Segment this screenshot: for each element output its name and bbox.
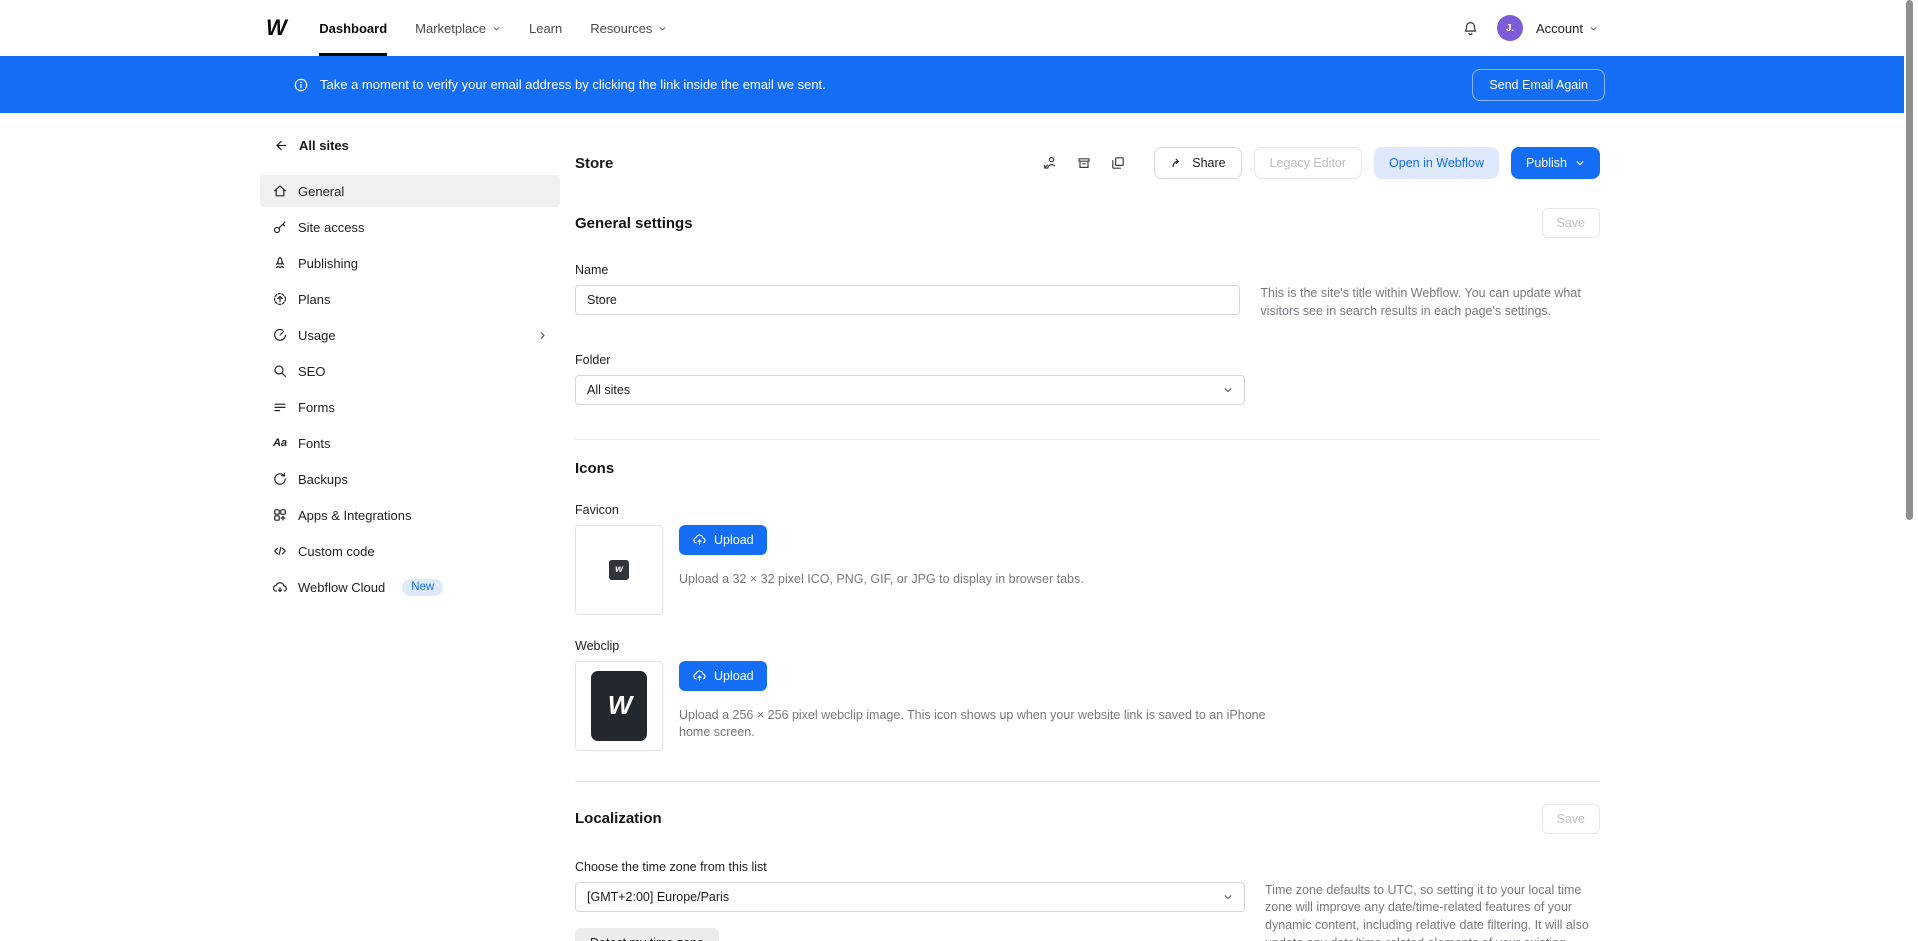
favicon-preview: w bbox=[575, 525, 663, 615]
settings-main: Store Share bbox=[575, 129, 1600, 941]
new-badge: New bbox=[402, 579, 443, 596]
gauge-icon bbox=[272, 327, 288, 343]
localization-heading: Localization bbox=[575, 810, 662, 827]
arrow-up-circle-icon bbox=[272, 291, 288, 307]
email-verify-banner: Take a moment to verify your email addre… bbox=[0, 56, 1904, 113]
share-button[interactable]: Share bbox=[1154, 147, 1241, 179]
page-title: Store bbox=[575, 155, 613, 172]
transfer-site-icon[interactable] bbox=[1036, 149, 1064, 177]
legacy-editor-button[interactable]: Legacy Editor bbox=[1254, 147, 1362, 179]
icons-section: Icons Favicon w Upload Upload a 32 × 32 … bbox=[575, 460, 1600, 782]
webclip-label: Webclip bbox=[575, 639, 1600, 653]
back-arrow-icon bbox=[273, 138, 288, 153]
name-help-text: This is the site's title within Webflow.… bbox=[1260, 285, 1600, 321]
sidebar-item-site-access[interactable]: Site access bbox=[260, 211, 560, 243]
webclip-image: W bbox=[591, 671, 647, 741]
settings-sidebar: All sites General Site access Publishing bbox=[260, 129, 560, 941]
timezone-help-text: Time zone defaults to UTC, so setting it… bbox=[1265, 882, 1600, 941]
sidebar-item-general[interactable]: General bbox=[260, 175, 560, 207]
chevron-down-icon bbox=[1575, 158, 1585, 168]
restore-icon bbox=[272, 471, 288, 487]
back-to-all-sites[interactable]: All sites bbox=[260, 129, 560, 161]
favicon-help-text: Upload a 32 × 32 pixel ICO, PNG, GIF, or… bbox=[679, 571, 1084, 589]
key-icon bbox=[272, 219, 288, 235]
webflow-logo-icon[interactable]: W bbox=[266, 15, 285, 41]
webclip-help-text: Upload a 256 × 256 pixel webclip image. … bbox=[679, 707, 1299, 743]
timezone-label: Choose the time zone from this list bbox=[575, 860, 1600, 874]
chevron-down-icon bbox=[1223, 892, 1233, 902]
sidebar-item-custom-code[interactable]: Custom code bbox=[260, 535, 560, 567]
home-icon bbox=[272, 183, 288, 199]
sidebar-item-publishing[interactable]: Publishing bbox=[260, 247, 560, 279]
code-icon bbox=[272, 543, 288, 559]
rocket-icon bbox=[272, 255, 288, 271]
cloud-icon bbox=[272, 579, 288, 595]
detect-timezone-button[interactable]: Detect my time zone bbox=[575, 928, 719, 941]
sidebar-item-usage[interactable]: Usage bbox=[260, 319, 560, 351]
archive-icon[interactable] bbox=[1070, 149, 1098, 177]
avatar[interactable]: J. bbox=[1497, 15, 1523, 41]
save-button[interactable]: Save bbox=[1542, 804, 1601, 834]
sidebar-item-backups[interactable]: Backups bbox=[260, 463, 560, 495]
sidebar-item-forms[interactable]: Forms bbox=[260, 391, 560, 423]
section-divider bbox=[575, 439, 1600, 440]
duplicate-icon[interactable] bbox=[1104, 149, 1132, 177]
send-email-again-button[interactable]: Send Email Again bbox=[1472, 69, 1605, 101]
general-settings-section: General settings Save Name This is the s… bbox=[575, 208, 1600, 440]
open-in-webflow-button[interactable]: Open in Webflow bbox=[1374, 147, 1499, 179]
chevron-right-icon bbox=[537, 330, 548, 341]
search-icon bbox=[272, 363, 288, 379]
general-settings-heading: General settings bbox=[575, 215, 693, 232]
lines-icon bbox=[272, 399, 288, 415]
upload-cloud-icon bbox=[692, 532, 707, 547]
upload-cloud-icon bbox=[692, 668, 707, 683]
sidebar-item-plans[interactable]: Plans bbox=[260, 283, 560, 315]
save-button[interactable]: Save bbox=[1542, 208, 1601, 238]
name-label: Name bbox=[575, 263, 1600, 277]
favicon-upload-button[interactable]: Upload bbox=[679, 525, 767, 555]
sidebar-item-apps-integrations[interactable]: Apps & Integrations bbox=[260, 499, 560, 531]
sidebar-item-seo[interactable]: SEO bbox=[260, 355, 560, 387]
localization-section: Localization Save Choose the time zone f… bbox=[575, 804, 1600, 941]
favicon-image: w bbox=[609, 560, 629, 580]
nav-tab-marketplace[interactable]: Marketplace bbox=[415, 0, 501, 56]
folder-select[interactable]: All sites bbox=[575, 375, 1245, 405]
share-arrow-icon bbox=[1170, 156, 1184, 170]
Aa-icon: Aa bbox=[272, 435, 288, 451]
nav-tab-learn[interactable]: Learn bbox=[529, 0, 562, 56]
publish-button[interactable]: Publish bbox=[1511, 147, 1600, 179]
section-divider bbox=[575, 781, 1600, 782]
apps-grid-icon bbox=[272, 507, 288, 523]
chevron-down-icon bbox=[1223, 385, 1233, 395]
sidebar-item-webflow-cloud[interactable]: Webflow Cloud New bbox=[260, 571, 560, 603]
folder-label: Folder bbox=[575, 353, 1600, 367]
notifications-bell-icon[interactable] bbox=[1456, 14, 1484, 42]
sidebar-item-fonts[interactable]: Aa Fonts bbox=[260, 427, 560, 459]
webclip-preview: W bbox=[575, 661, 663, 751]
webclip-upload-button[interactable]: Upload bbox=[679, 661, 767, 691]
site-name-input[interactable] bbox=[575, 285, 1240, 315]
account-menu[interactable]: Account bbox=[1536, 21, 1598, 36]
timezone-select[interactable]: [GMT+2:00] Europe/Paris bbox=[575, 882, 1245, 912]
chevron-down-icon bbox=[1589, 24, 1598, 33]
favicon-label: Favicon bbox=[575, 503, 1600, 517]
info-icon bbox=[293, 77, 309, 93]
top-nav: W Dashboard Marketplace Learn Resources bbox=[0, 0, 1918, 56]
nav-tab-resources[interactable]: Resources bbox=[590, 0, 667, 56]
banner-message: Take a moment to verify your email addre… bbox=[320, 77, 826, 92]
chevron-down-icon bbox=[492, 24, 501, 33]
scrollbar[interactable] bbox=[1906, 0, 1913, 520]
icons-heading: Icons bbox=[575, 460, 1600, 477]
chevron-down-icon bbox=[658, 24, 667, 33]
nav-tab-dashboard[interactable]: Dashboard bbox=[319, 0, 387, 56]
